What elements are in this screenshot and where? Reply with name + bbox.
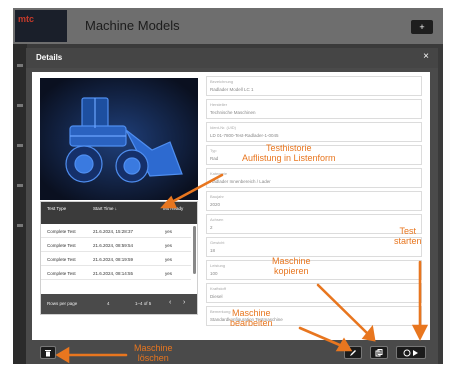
field-label: Kategorie: [210, 171, 228, 176]
field-fuel[interactable]: Kraftstoff Diesel: [206, 283, 422, 303]
table-row[interactable]: Complete Test 21.6.2024, 15:28:37 yes: [41, 225, 191, 238]
annotation-history: Testhistorie Auflistung in Listenform: [242, 143, 336, 163]
field-label: Kraftstoff: [210, 286, 226, 291]
page-range: 1–4 of 5: [135, 301, 152, 306]
sidebar-item[interactable]: [17, 144, 23, 147]
field-label: Leistung: [210, 263, 226, 268]
cell: Complete Test: [47, 229, 76, 234]
column-header[interactable]: Mit Ready: [163, 206, 185, 212]
field-value: 18: [210, 248, 216, 253]
rows-per-page-select[interactable]: 4: [107, 301, 110, 306]
sidebar-item[interactable]: [17, 104, 23, 107]
table-pagination: Rows per page 4 1–4 of 5 ‹ ›: [41, 294, 197, 314]
column-header[interactable]: Test Type: [47, 206, 66, 212]
dialog-title: Details: [36, 53, 63, 62]
field-value: Diesel: [210, 294, 223, 299]
annotation-edit: Maschine bearbeiten: [230, 308, 273, 328]
table-row[interactable]: Complete Test 21.6.2024, 08:14:55 yes: [41, 267, 191, 280]
test-history-table: Test Type Start Time ↓ Mit Ready Complet…: [40, 201, 198, 315]
cell: Complete Test: [47, 257, 76, 262]
annotation-delete-text: Maschine löschen: [134, 343, 173, 363]
field-value: 100: [210, 271, 218, 276]
field-weight[interactable]: Gewicht 18: [206, 237, 422, 257]
cell: Complete Test: [47, 243, 76, 248]
table-header: Test Type Start Time ↓ Mit Ready: [41, 202, 197, 224]
annotation-edit-text: Maschine bearbeiten: [230, 308, 273, 328]
delete-machine-button[interactable]: [40, 346, 56, 359]
trash-icon: [45, 350, 51, 357]
cell: yes: [165, 243, 173, 248]
app-header: mtc Machine Models +: [13, 8, 443, 44]
table-row[interactable]: Complete Test 21.6.2024, 08:59:54 yes: [41, 239, 191, 252]
sidebar-item[interactable]: [17, 64, 23, 67]
field-label: Gewicht: [210, 240, 225, 245]
field-category[interactable]: Kategorie Radlader Innenbereich / Lader: [206, 168, 422, 188]
copy-icon: [375, 349, 383, 357]
edit-machine-button[interactable]: [344, 346, 362, 359]
rows-per-page-label: Rows per page: [47, 301, 78, 306]
field-value: 2020: [210, 202, 221, 207]
cell: 21.6.2024, 08:19:59: [93, 257, 134, 262]
sidebar-item[interactable]: [17, 184, 23, 187]
field-label: Typ: [210, 148, 217, 153]
field-designation[interactable]: Bezeichnung Radlader Modell LC 1: [206, 76, 422, 96]
column-header[interactable]: Start Time ↓: [93, 206, 117, 212]
field-label: Hersteller: [210, 102, 228, 107]
scrollbar[interactable]: [193, 226, 196, 274]
sidebar: [13, 44, 27, 364]
wheel-loader-illustration: [40, 78, 198, 200]
dialog-body: Test Type Start Time ↓ Mit Ready Complet…: [32, 72, 430, 340]
plus-icon[interactable]: +: [411, 20, 433, 34]
cell: yes: [165, 257, 173, 262]
cell: Complete Test: [47, 271, 76, 276]
field-manufacturer[interactable]: Hersteller Technische Maschinen: [206, 99, 422, 119]
cell: 21.6.2024, 08:59:54: [93, 243, 134, 248]
annotation-copy-text: Maschine kopieren: [272, 256, 311, 276]
prev-page-button[interactable]: ‹: [169, 299, 171, 306]
dialog-header: Details ×: [26, 48, 438, 68]
table-row[interactable]: Complete Test 21.6.2024, 08:19:59 yes: [41, 253, 191, 266]
field-year[interactable]: Baujahr 2020: [206, 191, 422, 211]
field-value: Radlader Innenbereich / Lader: [210, 179, 271, 184]
page-title: Machine Models: [85, 18, 180, 33]
cell: 21.6.2024, 15:28:37: [93, 229, 134, 234]
field-value: Rad: [210, 156, 219, 161]
field-label: Ident-Nr. (UID): [210, 125, 237, 130]
machine-image: [40, 78, 198, 200]
app-logo: mtc: [15, 10, 67, 42]
next-page-button[interactable]: ›: [183, 299, 185, 306]
close-icon[interactable]: ×: [420, 51, 432, 62]
field-value: LD 01-7800-Test-Radlader-1-0045: [210, 133, 279, 138]
field-uid[interactable]: Ident-Nr. (UID) LD 01-7800-Test-Radlader…: [206, 122, 422, 142]
sidebar-item[interactable]: [17, 224, 23, 227]
start-test-button[interactable]: [396, 346, 426, 359]
annotation-history-text: Testhistorie Auflistung in Listenform: [242, 143, 336, 163]
cell: yes: [165, 271, 173, 276]
annotation-copy: Maschine kopieren: [272, 256, 311, 276]
field-power[interactable]: Leistung 100: [206, 260, 422, 280]
field-label: Bezeichnung: [210, 79, 234, 84]
field-axles[interactable]: Achsen 2: [206, 214, 422, 234]
annotation-start: Test starten: [394, 226, 422, 246]
play-icon: [403, 349, 418, 357]
screenshot: mtc Machine Models + Details × Test Type…: [0, 0, 456, 369]
pencil-icon: [350, 350, 356, 356]
field-label: Baujahr: [210, 194, 224, 199]
field-label: Achsen: [210, 217, 224, 222]
field-value: 2: [210, 225, 213, 230]
copy-machine-button[interactable]: [370, 346, 388, 359]
field-value: Technische Maschinen: [210, 110, 256, 115]
annotation-delete: Maschine löschen: [134, 343, 173, 363]
cell: 21.6.2024, 08:14:55: [93, 271, 134, 276]
cell: yes: [165, 229, 173, 234]
field-label: Bemerkung: [210, 309, 231, 314]
field-value: Radlader Modell LC 1: [210, 87, 254, 92]
annotation-start-text: Test starten: [394, 226, 422, 246]
